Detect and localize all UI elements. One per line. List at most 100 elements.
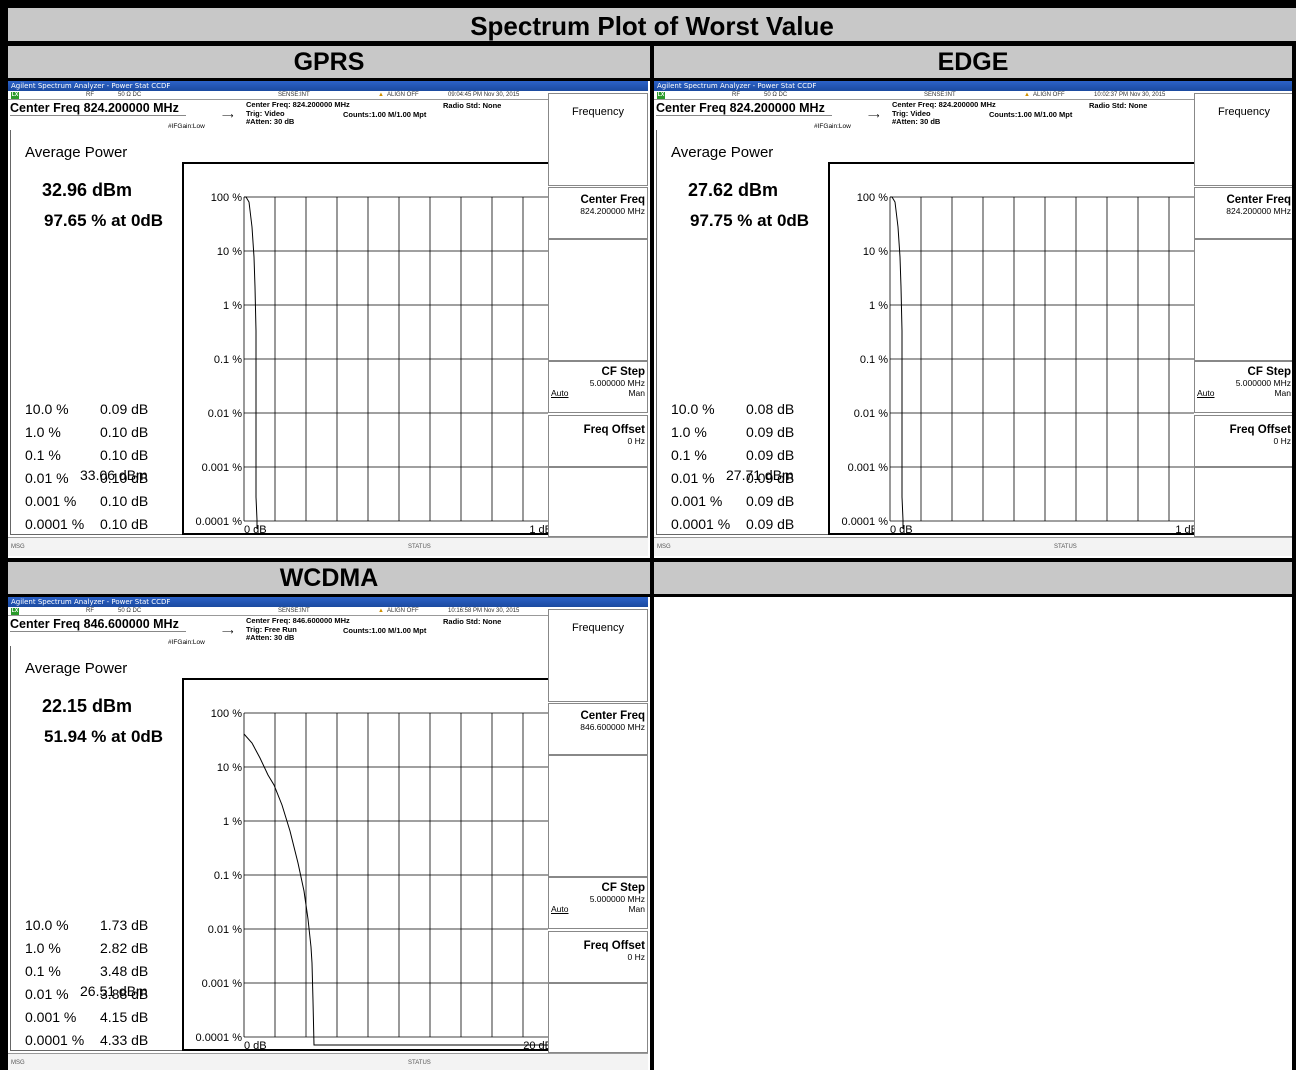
status-label: STATUS — [1054, 544, 1077, 550]
center-freq-readout[interactable]: Center Freq 824.200000 MHz — [656, 100, 832, 116]
warning-icon: ▲ — [1024, 92, 1030, 98]
cf-step-label: CF Step — [601, 366, 645, 378]
cf-step-value: 5.000000 MHz — [1235, 378, 1291, 388]
sense-label: SENSE:INT — [278, 608, 310, 614]
impedance-label: 50 Ω DC — [118, 608, 142, 614]
ccdf-row-label: 0.01 % — [25, 986, 69, 1002]
auto-option[interactable]: Auto — [551, 904, 569, 914]
x-axis-left-label: 0 dB — [244, 1040, 267, 1051]
plot-frame — [828, 162, 1194, 535]
frequency-menu-title: Frequency — [1194, 93, 1292, 186]
freq-offset-label: Freq Offset — [1229, 424, 1291, 436]
ccdf-row-value: 0.09 dB — [100, 401, 149, 417]
y-tick-label: 0.001 % — [848, 462, 889, 474]
ccdf-row-value: 0.09 dB — [746, 516, 795, 532]
column-header-empty — [654, 562, 1292, 594]
msg-label: MSG — [11, 1060, 25, 1066]
atten-label: #Atten: 30 dB — [892, 117, 941, 126]
auto-option[interactable]: Auto — [551, 388, 569, 398]
status-bar: RF 50 Ω DC SENSE:INT ▲ ALIGN OFF 09:04:4… — [8, 91, 548, 100]
x-axis-right-label: 1 dB — [529, 524, 548, 535]
y-tick-label: 0.1 % — [214, 354, 242, 366]
center-freq-readout[interactable]: Center Freq 846.600000 MHz — [10, 616, 186, 632]
ccdf-row-label: 0.01 % — [671, 470, 715, 486]
blank-softkey — [548, 755, 648, 877]
y-tick-label: 100 % — [211, 192, 242, 204]
message-bar: MSG STATUS — [654, 537, 1292, 556]
ifgain-label: #IFGain:Low — [168, 639, 205, 646]
local-indicator-icon: LX — [11, 608, 19, 615]
ccdf-row-label: 0.0001 % — [671, 516, 731, 532]
man-option[interactable]: Man — [628, 904, 645, 914]
align-label: ALIGN OFF — [387, 92, 419, 98]
center-freq-softkey-value: 824.200000 MHz — [1226, 206, 1291, 216]
ccdf-row-value: 0.08 dB — [746, 401, 795, 417]
impedance-label: 50 Ω DC — [764, 92, 788, 98]
center-freq-readout[interactable]: Center Freq 824.200000 MHz — [10, 100, 186, 116]
percent-at-0db: 97.65 % at 0dB — [44, 211, 164, 230]
counts-label: Counts:1.00 M/1.00 Mpt — [989, 110, 1073, 119]
ccdf-row-value: 0.10 dB — [100, 424, 149, 440]
ccdf-row-label: 1.0 % — [25, 940, 61, 956]
center-freq-softkey[interactable]: Center Freq 824.200000 MHz — [1194, 187, 1292, 239]
counts-label: Counts:1.00 M/1.00 Mpt — [343, 626, 427, 635]
ccdf-row-label: 0.01 % — [25, 470, 69, 486]
auto-man-toggle[interactable]: Auto Man — [1195, 388, 1291, 399]
ccdf-row-value: 0.09 dB — [746, 493, 795, 509]
y-tick-label: 100 % — [211, 708, 242, 720]
average-power-label: Average Power — [671, 144, 774, 161]
rf-label: RF — [86, 608, 94, 614]
spectrum-analyzer-screen: Agilent Spectrum Analyzer - Power Stat C… — [654, 81, 1292, 556]
cell-edge: Agilent Spectrum Analyzer - Power Stat C… — [654, 81, 1292, 558]
y-tick-label: 100 % — [857, 192, 888, 204]
ccdf-row-label: 0.0001 % — [25, 516, 85, 532]
report-table: Spectrum Plot of Worst Value GPRS EDGE A… — [0, 0, 1296, 1070]
cell-empty — [654, 597, 1292, 1070]
message-bar: MSG STATUS — [8, 537, 648, 556]
ccdf-row-label: 0.1 % — [671, 447, 707, 463]
trigger-arrow-icon: ⟶ — [868, 111, 880, 120]
cf-step-softkey[interactable]: CF Step 5.000000 MHz Auto Man — [548, 361, 648, 413]
trigger-arrow-icon: ⟶ — [222, 627, 234, 636]
man-option[interactable]: Man — [1274, 388, 1291, 398]
cell-gprs: Agilent Spectrum Analyzer - Power Stat C… — [8, 81, 650, 558]
frequency-menu-title: Frequency — [548, 93, 648, 186]
freq-offset-softkey[interactable]: Freq Offset 0 Hz — [548, 931, 648, 983]
auto-man-toggle[interactable]: Auto Man — [549, 388, 645, 399]
ccdf-row-value: 0.10 dB — [100, 447, 149, 463]
ccdf-row-value: 0.10 dB — [100, 493, 149, 509]
meas-settings: Center Freq: 846.600000 MHz Trig: Free R… — [246, 616, 350, 643]
man-option[interactable]: Man — [628, 388, 645, 398]
cf-step-softkey[interactable]: CF Step 5.000000 MHz Auto Man — [548, 877, 648, 929]
freq-offset-softkey[interactable]: Freq Offset 0 Hz — [548, 415, 648, 467]
percent-at-0db: 51.94 % at 0dB — [44, 727, 164, 746]
message-bar: MSG STATUS — [8, 1053, 648, 1070]
center-freq-softkey-label: Center Freq — [1226, 194, 1291, 206]
ccdf-row-label: 0.001 % — [25, 1009, 77, 1025]
frequency-menu-title: Frequency — [548, 609, 648, 702]
auto-man-toggle[interactable]: Auto Man — [549, 904, 645, 915]
ccdf-row-label: 10.0 % — [25, 917, 69, 933]
y-tick-label: 10 % — [863, 246, 888, 258]
trigger-arrow-icon: ⟶ — [222, 111, 234, 120]
cf-step-softkey[interactable]: CF Step 5.000000 MHz Auto Man — [1194, 361, 1292, 413]
ccdf-row-value: 4.15 dB — [100, 1009, 149, 1025]
atten-label: #Atten: 30 dB — [246, 117, 295, 126]
ccdf-row-label: 0.1 % — [25, 447, 61, 463]
freq-offset-label: Freq Offset — [583, 424, 645, 436]
auto-option[interactable]: Auto — [1197, 388, 1215, 398]
msg-label: MSG — [11, 544, 25, 550]
freq-offset-softkey[interactable]: Freq Offset 0 Hz — [1194, 415, 1292, 467]
meas-settings: Center Freq: 824.200000 MHz Trig: Video … — [246, 100, 350, 127]
blank-softkey-bottom — [548, 983, 648, 1053]
center-freq-softkey-label: Center Freq — [580, 710, 645, 722]
y-tick-label: 1 % — [869, 300, 888, 312]
center-freq-softkey[interactable]: Center Freq 846.600000 MHz — [548, 703, 648, 755]
ccdf-row-label: 1.0 % — [25, 424, 61, 440]
average-power-value: 22.15 dBm — [42, 696, 133, 716]
plot-frame — [182, 678, 548, 1051]
counts-label: Counts:1.00 M/1.00 Mpt — [343, 110, 427, 119]
ccdf-row-value: 2.82 dB — [100, 940, 149, 956]
center-freq-softkey[interactable]: Center Freq 824.200000 MHz — [548, 187, 648, 239]
x-axis-left-label: 0 dB — [890, 524, 913, 535]
